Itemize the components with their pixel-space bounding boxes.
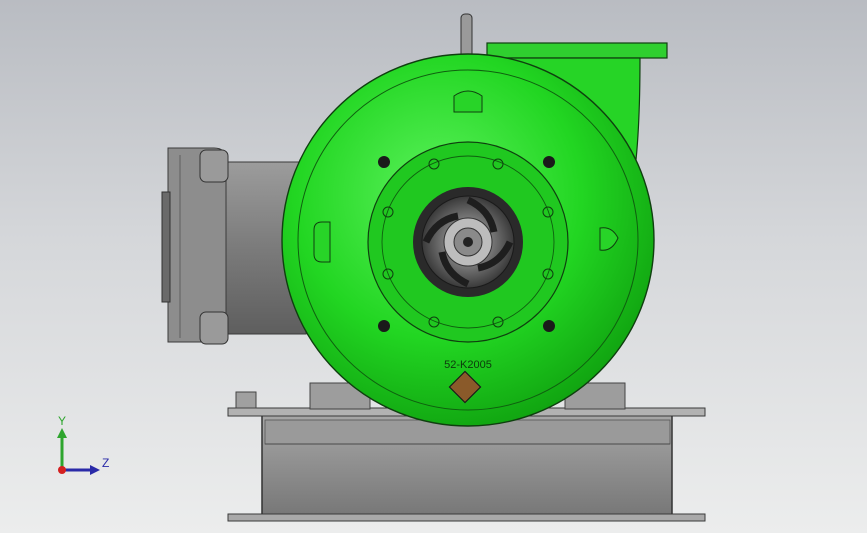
axis-z-label: Z — [102, 456, 110, 470]
coordinate-triad — [57, 428, 100, 475]
impeller[interactable] — [413, 187, 523, 297]
axis-y-label: Y — [58, 414, 67, 428]
3d-viewport[interactable]: 52-K2005 Y Z — [0, 0, 867, 533]
pump-model-view[interactable]: 52-K2005 — [0, 0, 867, 533]
part-number-label: 52-K2005 — [444, 359, 492, 371]
